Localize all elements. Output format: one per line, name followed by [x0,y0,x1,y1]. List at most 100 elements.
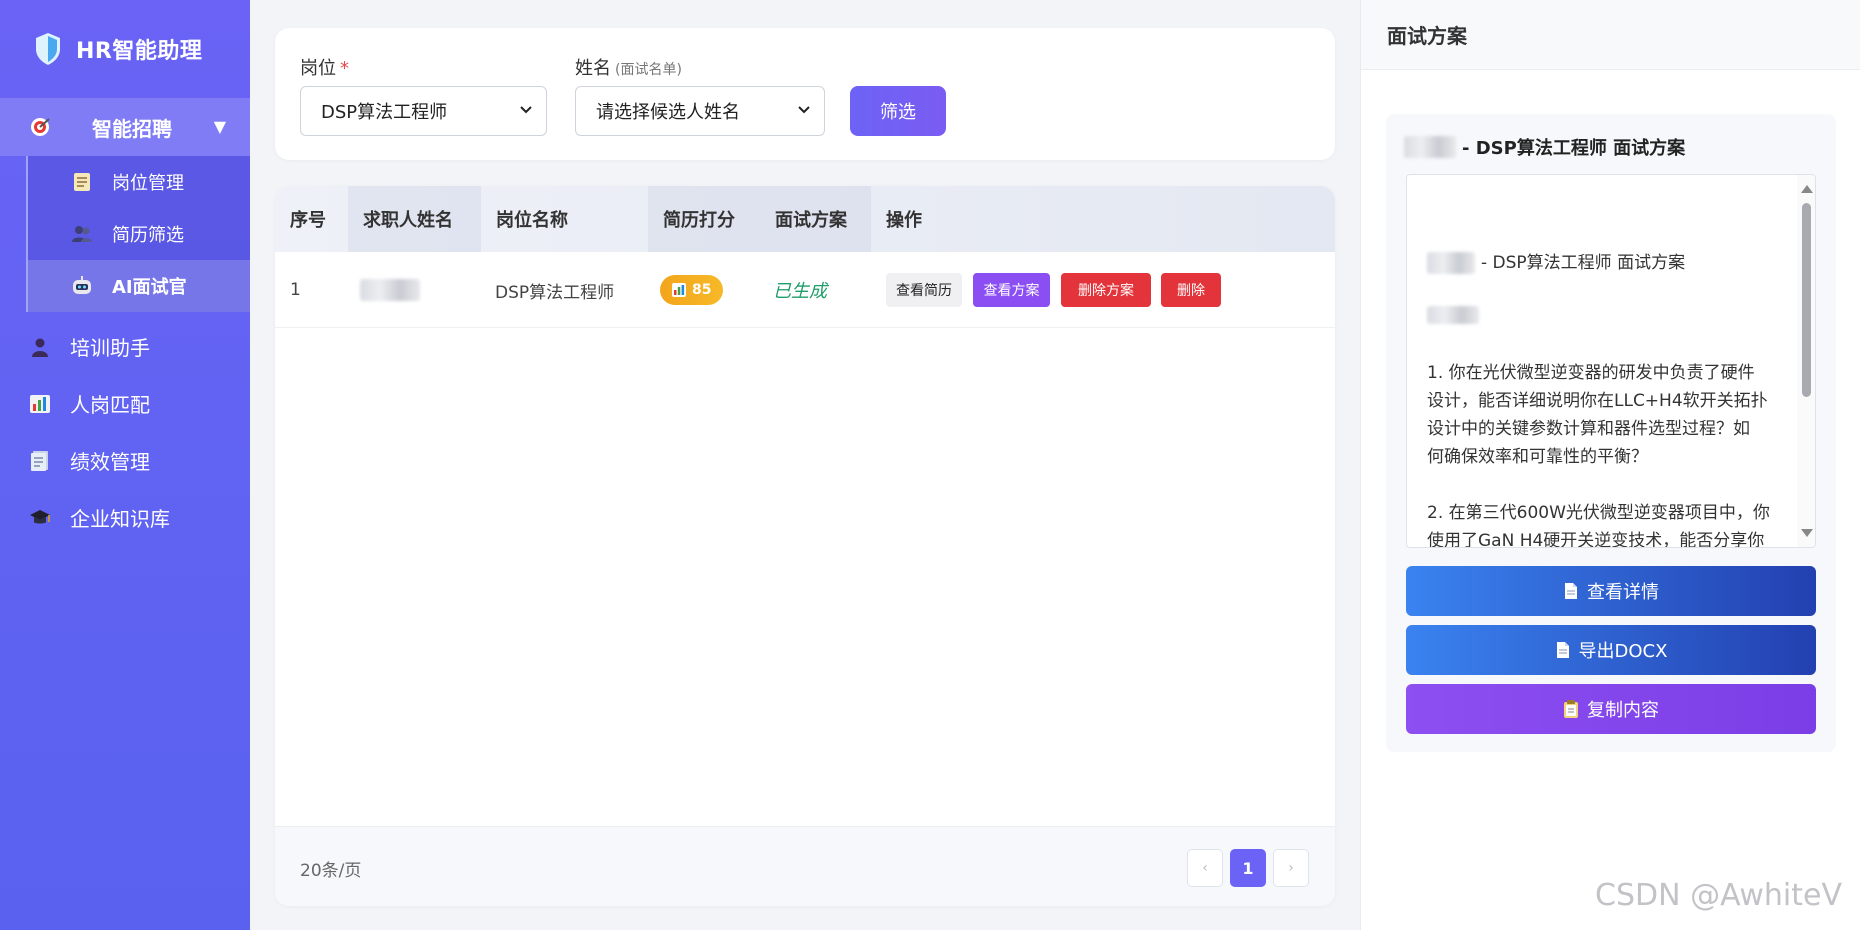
copy-content-label: 复制内容 [1587,700,1659,721]
cell-plan-status: 已生成 [773,252,827,328]
scrollbar[interactable] [1797,175,1815,547]
candidate-name-placeholder: 请选择候选人姓名 [596,102,740,123]
sidebar-item-position-management[interactable]: 岗位管理 [28,156,250,208]
required-mark: * [340,58,349,79]
header-resume-score: 简历打分 [648,186,760,252]
sidebar-item-label: 简历筛选 [112,225,184,246]
sidebar-item-resume-screening[interactable]: 简历筛选 [28,208,250,260]
plan-content-textarea[interactable]: - DSP算法工程师 面试方案 1. 你在光伏微型逆变器的研发中负责了硬件 设计… [1406,174,1816,548]
position-select[interactable]: DSP算法工程师 [300,86,547,136]
graduation-cap-icon [28,506,52,530]
interview-plan-panel: 面试方案 - DSP算法工程师 面试方案 - DSP算法工程师 面试方案 1. … [1360,0,1860,930]
filter-panel: 岗位 * DSP算法工程师 姓名 (面试名单) 请选择候选人姓名 筛选 [275,28,1335,160]
sidebar-item-label: 人岗匹配 [70,393,150,417]
candidate-table: 序号 求职人姓名 岗位名称 简历打分 面试方案 操作 1 DSP算法工程师 85… [275,186,1335,906]
candidate-name-select[interactable]: 请选择候选人姓名 [575,86,825,136]
header-position-name: 岗位名称 [496,210,568,231]
document-icon [28,449,52,473]
cell-index: 1 [290,280,301,300]
next-page-button[interactable]: › [1273,849,1309,887]
position-label-text: 岗位 [300,58,336,79]
plan-line: 2. 在第三代600W光伏微型逆变器项目中，你 [1427,503,1770,523]
cell-candidate-name [360,252,420,328]
sidebar-item-smart-recruit[interactable]: 智能招聘 ▼ [0,98,250,156]
robot-icon [70,274,94,298]
bar-chart-icon [672,283,686,297]
sidebar-item-label: 智能招聘 [92,116,172,141]
clipboard-icon [1564,700,1578,718]
sidebar-item-label: 岗位管理 [112,173,184,194]
scroll-up-arrow-icon[interactable] [1801,185,1813,193]
users-icon [70,222,94,246]
plan-heading: - DSP算法工程师 面试方案 [1427,249,1685,277]
cell-position: DSP算法工程师 [495,282,615,303]
page-button-current[interactable]: 1 [1230,849,1266,887]
redacted-line [1427,305,1479,333]
sidebar-item-label: 企业知识库 [70,507,170,531]
view-plan-button[interactable]: 查看方案 [973,273,1050,307]
header-interview-plan: 面试方案 [760,186,871,252]
caret-down-icon: ▼ [213,117,226,136]
position-label: 岗位 * [300,54,349,80]
sidebar-item-label: 绩效管理 [70,450,150,474]
plan-line: 设计中的关键参数计算和器件选型过程？如 [1427,419,1750,439]
sidebar-item-knowledge-base[interactable]: 企业知识库 [0,489,250,546]
sidebar-item-ai-interviewer[interactable]: AI面试官 [28,260,250,312]
table-header: 序号 求职人姓名 岗位名称 简历打分 面试方案 操作 [275,186,1335,252]
chart-icon [28,392,52,416]
copy-content-button[interactable]: 复制内容 [1406,684,1816,734]
plan-line: 1. 你在光伏微型逆变器的研发中负责了硬件 [1427,363,1755,383]
header-actions: 操作 [886,210,922,231]
pagination-bar: 20条/页 ‹ 1 › [275,826,1335,906]
scroll-down-arrow-icon[interactable] [1801,529,1813,537]
name-label-text: 姓名 [575,58,611,79]
memo-icon [70,170,94,194]
header-candidate-name: 求职人姓名 [348,186,481,252]
brand[interactable]: HR智能助理 [0,0,250,98]
sidebar-item-label: AI面试官 [112,277,187,298]
chevron-down-icon [798,106,810,114]
score-badge: 85 [660,275,724,305]
view-details-label: 查看详情 [1587,582,1659,603]
page-size[interactable]: 20条/页 [300,856,361,881]
redacted-name [1427,306,1479,324]
panel-title: 面试方案 [1361,0,1860,70]
target-icon [28,115,52,139]
scrollbar-thumb[interactable] [1802,203,1811,397]
plan-line: 使用了GaN H4硬开关逆变技术，能否分享你 [1427,531,1765,548]
brand-title: HR智能助理 [76,39,203,64]
plan-line: 何确保效率和可靠性的平衡？ [1427,447,1648,467]
prev-page-button[interactable]: ‹ [1187,849,1223,887]
name-label: 姓名 (面试名单) [575,54,682,80]
plan-heading-text: - DSP算法工程师 面试方案 [1481,253,1686,273]
sidebar-item-training-assistant[interactable]: 培训助手 [0,318,250,375]
delete-button[interactable]: 删除 [1161,273,1221,307]
sidebar-item-label: 培训助手 [70,336,150,360]
position-select-value: DSP算法工程师 [321,102,448,123]
table-row: 1 DSP算法工程师 85 已生成 查看简历 查看方案 删除方案 删除 [275,252,1335,328]
plan-title: - DSP算法工程师 面试方案 [1404,134,1685,160]
redacted-name [360,279,420,301]
plan-status: 已生成 [773,281,827,302]
page-icon [1565,583,1577,599]
name-hint: (面试名单) [615,62,682,78]
plan-line: 设计，能否详细说明你在LLC+H4软开关拓扑 [1427,391,1768,411]
redacted-name [1404,136,1456,158]
redacted-name [1427,252,1475,274]
view-resume-button[interactable]: 查看简历 [886,273,962,307]
delete-plan-button[interactable]: 删除方案 [1061,273,1151,307]
recruit-submenu: 岗位管理 简历筛选 AI面试官 [26,156,250,312]
filter-button[interactable]: 筛选 [850,86,946,136]
person-icon [28,335,52,359]
view-details-button[interactable]: 查看详情 [1406,566,1816,616]
export-docx-label: 导出DOCX [1578,641,1668,662]
sidebar-item-job-matching[interactable]: 人岗匹配 [0,375,250,432]
chevron-down-icon [520,106,532,114]
sidebar-item-performance-management[interactable]: 绩效管理 [0,432,250,489]
sidebar: HR智能助理 智能招聘 ▼ 岗位管理 简历筛选 AI面试官 培训助手 人岗匹配 … [0,0,250,930]
plan-card: - DSP算法工程师 面试方案 - DSP算法工程师 面试方案 1. 你在光伏微… [1386,114,1836,752]
score-value: 85 [692,282,712,298]
cell-score: 85 [660,252,724,328]
shield-logo-icon [36,33,60,65]
export-docx-button[interactable]: 导出DOCX [1406,625,1816,675]
